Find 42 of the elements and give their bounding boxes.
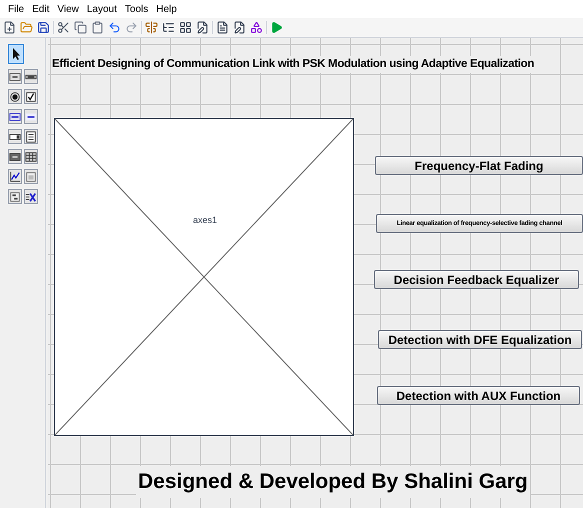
editor-icon[interactable] xyxy=(216,21,229,34)
save-icon[interactable] xyxy=(37,21,50,34)
radio-icon xyxy=(9,90,21,104)
menu-item[interactable]: File xyxy=(8,2,24,16)
palette-tool[interactable] xyxy=(24,129,38,144)
palette-tool[interactable] xyxy=(8,129,22,144)
menu-item[interactable]: View xyxy=(57,2,79,16)
axes[interactable]: axes1 xyxy=(54,118,354,436)
new-file-icon[interactable] xyxy=(3,21,16,34)
clipboard-icon[interactable] xyxy=(91,21,104,34)
menu-item[interactable]: Tools xyxy=(124,2,148,16)
listbox-icon xyxy=(24,130,36,144)
table-icon xyxy=(24,150,36,164)
align-icon[interactable] xyxy=(145,21,158,34)
checkbox-icon xyxy=(24,90,36,104)
menu-item[interactable]: Help xyxy=(156,2,177,16)
palette-tool[interactable] xyxy=(24,109,38,124)
palette-tool[interactable] xyxy=(24,149,38,164)
palette-tool[interactable] xyxy=(8,109,22,124)
push-button[interactable]: Decision Feedback Equalizer xyxy=(374,270,579,289)
palette-tool[interactable] xyxy=(8,149,22,164)
footer-text: Designed & Developed By Shalini Garg xyxy=(136,466,530,498)
palette-tool[interactable] xyxy=(8,189,22,204)
panel-icon xyxy=(24,170,36,184)
palette-tool[interactable] xyxy=(24,89,38,104)
copy-icon[interactable] xyxy=(74,21,87,34)
palette-tool[interactable] xyxy=(8,44,24,64)
push-button[interactable]: Frequency-Flat Fading xyxy=(375,156,583,175)
folder-icon[interactable] xyxy=(20,21,33,34)
push-button[interactable]: Detection with AUX Function xyxy=(377,386,580,405)
undo-icon[interactable] xyxy=(108,21,121,34)
palette-tool[interactable] xyxy=(8,169,22,184)
menu-item[interactable]: Edit xyxy=(32,2,50,16)
menu-item[interactable]: Layout xyxy=(86,2,117,16)
push-button[interactable]: Detection with DFE Equalization xyxy=(378,330,582,349)
palette-tool[interactable] xyxy=(24,189,38,204)
button-group-icon xyxy=(9,190,21,204)
axes-icon xyxy=(9,170,21,184)
title-text: Efficient Designing of Communication Link with PSK Modulation using Adaptive Equalization xyxy=(52,56,536,74)
scissors-icon[interactable] xyxy=(57,21,70,34)
palette-tool[interactable] xyxy=(8,89,22,104)
palette-tool[interactable] xyxy=(24,69,38,84)
